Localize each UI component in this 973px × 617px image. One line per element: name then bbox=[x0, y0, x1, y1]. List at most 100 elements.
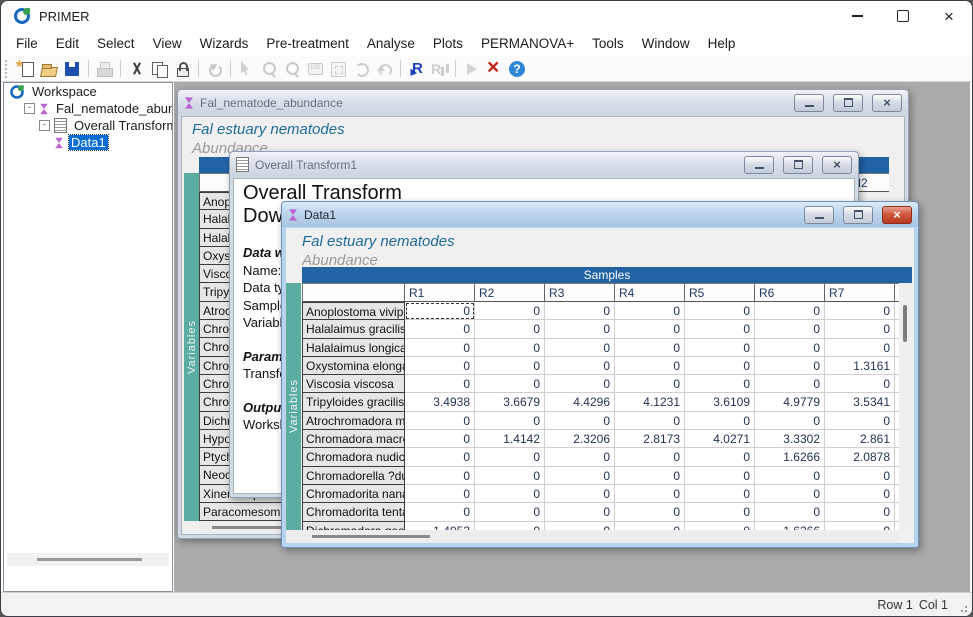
data-cell[interactable]: 0 bbox=[685, 485, 755, 503]
run-r-icon[interactable] bbox=[406, 59, 427, 79]
save-icon[interactable] bbox=[62, 59, 83, 79]
data-cell[interactable]: 0 bbox=[615, 503, 685, 521]
scrollbar-thumb[interactable] bbox=[312, 535, 430, 538]
window-data1[interactable]: Data1 × Fal estuary nematodes Abundance … bbox=[281, 201, 919, 548]
menu-view[interactable]: View bbox=[144, 33, 191, 54]
tree-expander-icon[interactable]: - bbox=[24, 103, 35, 114]
tree-scrollbar-thumb[interactable] bbox=[37, 558, 142, 561]
data-cell[interactable]: 0 bbox=[685, 503, 755, 521]
data-cell[interactable]: 4.4296 bbox=[545, 393, 615, 411]
tree-node-fal-nematode-abundance[interactable]: -Fal_nematode_abundance bbox=[4, 100, 172, 117]
data-cell[interactable]: 0 bbox=[405, 448, 475, 466]
species-label-cell[interactable]: Chromadora nudicapitata bbox=[302, 448, 405, 466]
data-cell[interactable]: 0 bbox=[615, 302, 685, 320]
data-cell[interactable]: 0 bbox=[825, 375, 895, 393]
column-header-r2[interactable]: R2 bbox=[475, 283, 545, 302]
data-cell[interactable]: 0 bbox=[685, 467, 755, 485]
data-cell[interactable]: 0 bbox=[545, 503, 615, 521]
abundance-close-button[interactable]: × bbox=[872, 94, 902, 112]
menu-permanova-[interactable]: PERMANOVA+ bbox=[472, 33, 583, 54]
data-cell[interactable]: 0 bbox=[545, 467, 615, 485]
tree-node-overall-transform1[interactable]: -Overall Transform1 bbox=[4, 117, 172, 134]
menu-analyse[interactable]: Analyse bbox=[358, 33, 424, 54]
data-cell[interactable]: 0 bbox=[475, 467, 545, 485]
data-cell[interactable]: 0 bbox=[685, 320, 755, 338]
data-cell[interactable]: 0 bbox=[475, 503, 545, 521]
data-cell[interactable]: 0 bbox=[475, 522, 545, 530]
species-label-cell[interactable]: Chromadorita tentabunda bbox=[302, 503, 405, 521]
scrollbar-thumb[interactable] bbox=[903, 305, 907, 342]
data1-close-button[interactable]: × bbox=[882, 206, 912, 224]
data1-vertical-scrollbar[interactable] bbox=[899, 283, 911, 530]
data-cell[interactable]: 0 bbox=[755, 302, 825, 320]
abundance-maximize-button[interactable] bbox=[833, 94, 863, 112]
padlock-icon[interactable] bbox=[172, 59, 193, 79]
data-cell[interactable]: 0 bbox=[825, 412, 895, 430]
data-cell[interactable]: 0 bbox=[615, 412, 685, 430]
species-label-cell[interactable]: Tripyloides gracilis bbox=[302, 393, 405, 411]
data-cell[interactable]: 0 bbox=[545, 448, 615, 466]
data-cell[interactable]: 0 bbox=[475, 302, 545, 320]
data1-horizontal-scrollbar[interactable] bbox=[286, 530, 899, 543]
data-cell[interactable]: 0 bbox=[615, 339, 685, 357]
data-cell[interactable]: 3.6679 bbox=[475, 393, 545, 411]
app-titlebar[interactable]: PRIMER × bbox=[1, 1, 972, 31]
data-cell[interactable]: 0 bbox=[405, 430, 475, 448]
data-cell[interactable]: 0 bbox=[405, 320, 475, 338]
data-cell[interactable]: 4.9779 bbox=[755, 393, 825, 411]
menu-window[interactable]: Window bbox=[633, 33, 699, 54]
data-cell[interactable]: 1.3161 bbox=[825, 357, 895, 375]
resize-grip[interactable] bbox=[958, 603, 968, 613]
close-button[interactable]: × bbox=[926, 1, 972, 31]
data-cell[interactable]: 0 bbox=[615, 485, 685, 503]
menu-tools[interactable]: Tools bbox=[583, 33, 633, 54]
data-cell[interactable]: 1.4142 bbox=[475, 430, 545, 448]
data-cell[interactable]: 0 bbox=[755, 503, 825, 521]
data-cell[interactable]: 0 bbox=[405, 357, 475, 375]
species-label-cell[interactable]: Atrochromadora microlaima bbox=[302, 412, 405, 430]
data-cell[interactable]: 0 bbox=[685, 357, 755, 375]
tree-expander-icon[interactable]: - bbox=[39, 120, 50, 131]
data-cell[interactable]: 0 bbox=[615, 357, 685, 375]
data-cell[interactable]: 4.1231 bbox=[615, 393, 685, 411]
column-header-corner[interactable] bbox=[302, 283, 405, 302]
data-cell[interactable]: 0 bbox=[475, 320, 545, 338]
species-label-cell[interactable]: Chromadorella ?dubia bbox=[302, 467, 405, 485]
data-cell[interactable]: 1.6266 bbox=[755, 448, 825, 466]
menu-pre-treatment[interactable]: Pre-treatment bbox=[257, 33, 358, 54]
data-cell[interactable]: 3.6109 bbox=[685, 393, 755, 411]
data-cell[interactable]: 0 bbox=[475, 375, 545, 393]
data-cell[interactable]: 1.4953 bbox=[405, 522, 475, 530]
column-header-r7[interactable]: R7 bbox=[825, 283, 895, 302]
data-cell[interactable]: 0 bbox=[475, 339, 545, 357]
data1-minimize-button[interactable] bbox=[804, 206, 834, 224]
data-cell[interactable]: 0 bbox=[825, 485, 895, 503]
data-cell[interactable]: 0 bbox=[825, 522, 895, 530]
data-cell[interactable]: 0 bbox=[755, 357, 825, 375]
species-label-cell[interactable]: Viscosia viscosa bbox=[302, 375, 405, 393]
data-cell[interactable]: 0 bbox=[615, 375, 685, 393]
data-cell[interactable]: 0 bbox=[405, 375, 475, 393]
column-header-r4[interactable]: R4 bbox=[615, 283, 685, 302]
data-cell[interactable]: 2.3206 bbox=[545, 430, 615, 448]
tree-horizontal-scrollbar[interactable] bbox=[7, 553, 169, 566]
species-label-cell[interactable]: Anoplostoma viviparum bbox=[302, 302, 405, 320]
new-icon[interactable] bbox=[16, 59, 37, 79]
menu-wizards[interactable]: Wizards bbox=[191, 33, 258, 54]
data-cell[interactable]: 0 bbox=[825, 302, 895, 320]
data-cell[interactable]: 0 bbox=[825, 467, 895, 485]
data-cell[interactable]: 3.5341 bbox=[825, 393, 895, 411]
data-cell[interactable]: 0 bbox=[545, 357, 615, 375]
column-header-r6[interactable]: R6 bbox=[755, 283, 825, 302]
species-label-cell[interactable]: Chromadora macrolaima bbox=[302, 430, 405, 448]
menu-help[interactable]: Help bbox=[699, 33, 745, 54]
species-label-cell[interactable]: Oxystomina elongata bbox=[302, 357, 405, 375]
data-cell[interactable]: 0 bbox=[685, 302, 755, 320]
menu-plots[interactable]: Plots bbox=[424, 33, 472, 54]
toolbar-grip[interactable] bbox=[5, 60, 11, 78]
data-cell[interactable]: 0 bbox=[545, 375, 615, 393]
data1-maximize-button[interactable] bbox=[843, 206, 873, 224]
menu-select[interactable]: Select bbox=[88, 33, 144, 54]
open-icon[interactable] bbox=[39, 59, 60, 79]
data-cell[interactable]: 0 bbox=[755, 375, 825, 393]
